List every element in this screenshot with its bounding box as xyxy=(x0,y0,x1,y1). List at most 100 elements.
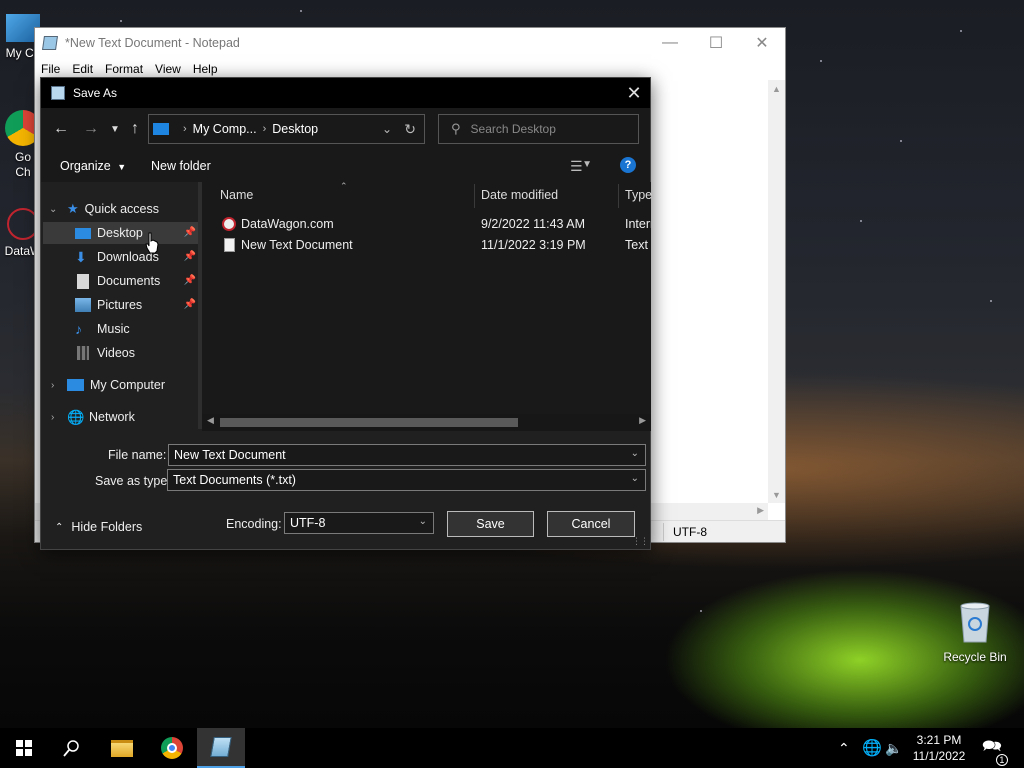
scroll-up-icon[interactable]: ▲ xyxy=(768,80,785,97)
save-as-type-select[interactable]: Text Documents (*.txt) ⌄ xyxy=(167,469,646,491)
column-separator[interactable] xyxy=(618,184,619,208)
nav-desktop[interactable]: Desktop 📌 xyxy=(43,222,198,244)
chevron-down-icon: ⌄ xyxy=(630,473,639,484)
star-icon: ★ xyxy=(67,201,79,216)
file-row-new-text-document[interactable]: New Text Document 11/1/2022 3:19 PM Text… xyxy=(202,234,651,255)
file-row[interactable] xyxy=(202,290,651,311)
forward-button[interactable]: → xyxy=(81,120,101,138)
hide-folders-button[interactable]: ⌃ Hide Folders xyxy=(55,520,142,534)
scroll-down-icon[interactable]: ▼ xyxy=(768,486,785,503)
nav-videos[interactable]: Videos xyxy=(75,342,135,364)
close-icon: ✕ xyxy=(626,82,642,103)
recent-locations-button[interactable]: ▼ xyxy=(105,120,125,138)
nav-quick-access[interactable]: ★ Quick access xyxy=(67,198,159,220)
notepad-window-controls: — ☐ ✕ xyxy=(647,28,785,58)
notification-count-badge: 1 xyxy=(995,753,1008,766)
expand-chevron-icon[interactable]: › xyxy=(51,412,54,423)
nav-documents[interactable]: Documents 📌 xyxy=(75,270,198,292)
new-folder-label: New folder xyxy=(151,159,211,173)
minimize-icon[interactable]: — xyxy=(647,28,693,58)
chevron-down-icon[interactable]: ⌄ xyxy=(631,448,639,459)
clock-time: 3:21 PM xyxy=(916,733,962,747)
taskbar-file-explorer[interactable] xyxy=(98,728,146,768)
chrome-icon xyxy=(161,737,183,759)
menu-file[interactable]: File xyxy=(41,62,60,76)
scroll-right-icon[interactable]: ▶ xyxy=(639,415,646,426)
network-icon: 🌐 xyxy=(67,408,85,425)
dialog-title: Save As xyxy=(73,86,118,100)
nav-pictures[interactable]: Pictures 📌 xyxy=(75,294,198,316)
help-icon: ? xyxy=(624,159,632,171)
up-button[interactable]: ↑ xyxy=(125,120,145,138)
chevron-right-icon: › xyxy=(183,123,187,135)
notepad-icon xyxy=(51,86,65,100)
column-separator[interactable] xyxy=(474,184,475,208)
column-header-name[interactable]: Name xyxy=(220,182,253,208)
file-row-datawagon[interactable]: DataWagon.com 9/2/2022 11:43 AM Intern xyxy=(202,213,651,234)
desktop-icon-recycle-bin[interactable]: Recycle Bin xyxy=(940,600,1010,664)
menu-view[interactable]: View xyxy=(155,62,181,76)
resize-grip-icon[interactable]: ⋮⋮ xyxy=(632,536,649,547)
chevron-down-icon[interactable]: ▼ xyxy=(582,159,592,170)
column-header-type[interactable]: Type xyxy=(625,182,652,208)
search-input[interactable]: ⚲ Search Desktop xyxy=(438,114,639,144)
column-label: Type xyxy=(625,188,653,202)
nav-downloads[interactable]: ⬇ Downloads 📌 xyxy=(75,246,198,268)
dialog-titlebar: Save As xyxy=(41,78,650,108)
encoding-label: Encoding: xyxy=(226,517,282,531)
organize-button[interactable]: Organize ▼ xyxy=(60,159,126,173)
scroll-right-icon[interactable]: ▶ xyxy=(757,505,764,516)
tray-network-button[interactable]: 🌐 xyxy=(862,728,882,768)
menu-help[interactable]: Help xyxy=(193,62,218,76)
breadcrumb-my-computer[interactable]: My Comp... xyxy=(193,122,257,136)
pin-icon: 📌 xyxy=(183,275,196,286)
refresh-icon[interactable]: ↻ xyxy=(404,121,416,138)
status-separator xyxy=(663,523,664,541)
new-folder-button[interactable]: New folder xyxy=(151,159,211,173)
tray-overflow-button[interactable]: ⌃ xyxy=(838,728,850,768)
notepad-icon xyxy=(42,36,58,50)
nav-label: Documents xyxy=(97,274,161,288)
notepad-vertical-scrollbar[interactable]: ▲ ▼ xyxy=(768,80,785,503)
taskbar-clock[interactable]: 3:21 PM 11/1/2022 xyxy=(900,732,978,764)
navigation-pane[interactable]: ⌄ ★ Quick access Desktop 📌 ⬇ Downloads 📌… xyxy=(43,182,198,429)
save-as-type-label: Save as type: xyxy=(95,474,171,488)
chevron-down-icon[interactable]: ⌄ xyxy=(382,122,392,136)
cancel-button[interactable]: Cancel xyxy=(547,511,635,537)
maximize-icon[interactable]: ☐ xyxy=(693,28,739,58)
cancel-button-label: Cancel xyxy=(571,517,611,531)
taskbar-notepad[interactable] xyxy=(197,728,245,768)
encoding-select[interactable]: UTF-8 ⌄ xyxy=(284,512,434,534)
chevron-up-icon: ⌃ xyxy=(55,521,64,533)
help-button[interactable]: ? xyxy=(620,157,636,173)
start-button[interactable] xyxy=(0,728,48,768)
nav-network[interactable]: 🌐 Network xyxy=(67,406,135,428)
collapse-chevron-icon[interactable]: ⌄ xyxy=(49,204,57,215)
file-name-input[interactable]: New Text Document ⌄ xyxy=(168,444,646,466)
notepad-title: *New Text Document - Notepad xyxy=(65,36,240,50)
file-list-horizontal-scrollbar[interactable]: ◀ ▶ xyxy=(202,414,651,431)
computer-icon xyxy=(67,379,84,391)
menu-format[interactable]: Format xyxy=(105,62,143,76)
close-icon[interactable]: ✕ xyxy=(739,28,785,58)
column-header-date-modified[interactable]: Date modified xyxy=(481,182,558,208)
dialog-close-button[interactable]: ✕ xyxy=(618,78,650,108)
nav-my-computer[interactable]: My Computer xyxy=(67,374,165,396)
scrollbar-thumb[interactable] xyxy=(220,418,518,427)
menu-edit[interactable]: Edit xyxy=(72,62,93,76)
taskbar-chrome[interactable] xyxy=(148,728,196,768)
encoding-value: UTF-8 xyxy=(290,516,326,530)
expand-chevron-icon[interactable]: › xyxy=(51,380,54,391)
breadcrumb-desktop[interactable]: Desktop xyxy=(272,122,318,136)
taskbar: ⌃ 🌐 🔈 3:21 PM 11/1/2022 🗪 1 xyxy=(0,728,1024,768)
taskbar-search-button[interactable] xyxy=(48,728,96,768)
back-button[interactable]: ← xyxy=(51,120,71,138)
save-button[interactable]: Save xyxy=(447,511,534,537)
recycle-bin-label: Recycle Bin xyxy=(943,650,1007,664)
scroll-left-icon[interactable]: ◀ xyxy=(207,415,214,426)
sort-ascending-icon: ⌃ xyxy=(340,181,348,191)
address-bar[interactable]: › My Comp... › Desktop ⌄ ↻ xyxy=(148,114,425,144)
action-center-button[interactable]: 🗪 1 xyxy=(982,728,1008,768)
hide-folders-label: Hide Folders xyxy=(71,520,143,534)
nav-music[interactable]: ♪ Music xyxy=(75,318,130,340)
